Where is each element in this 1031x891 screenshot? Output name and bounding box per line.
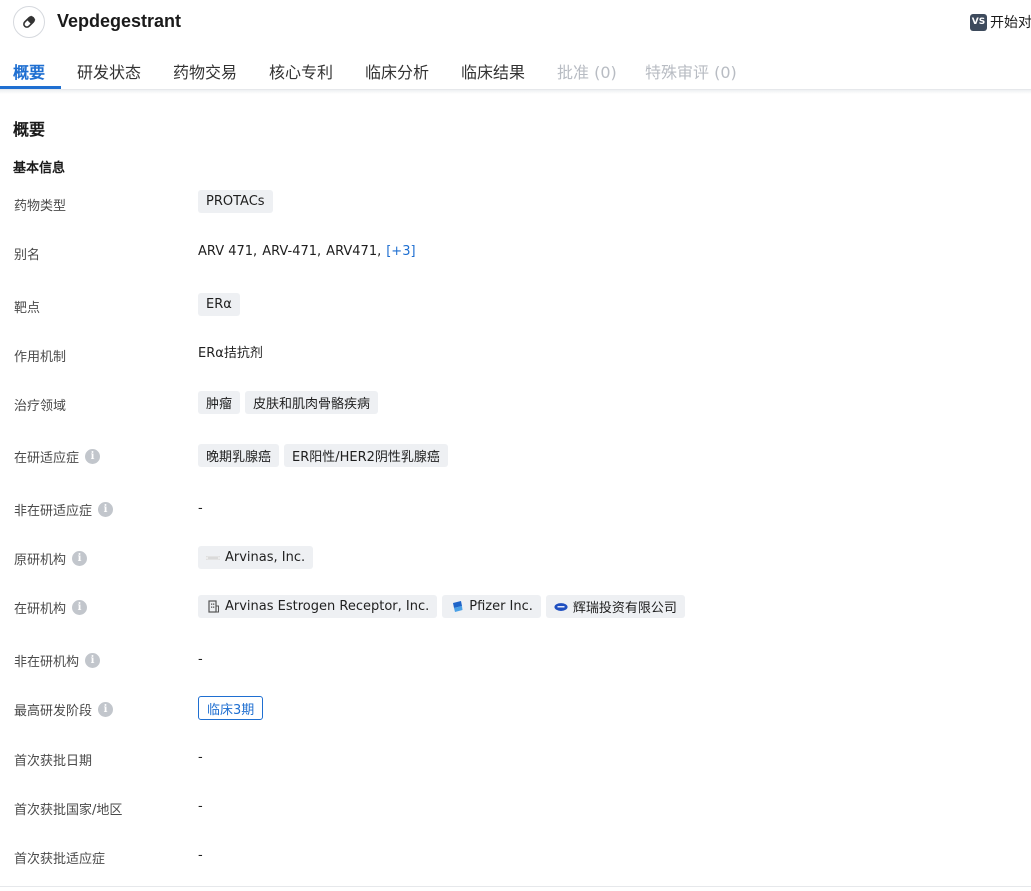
tab-approval: 批准 (0) bbox=[557, 63, 617, 82]
compare-label: 开始对 bbox=[990, 15, 1031, 31]
row-label: 首次获批国家/地区 bbox=[14, 803, 123, 818]
indication-tag[interactable]: ER阳性/HER2阴性乳腺癌 bbox=[284, 444, 448, 467]
row-therapeutic-area: 治疗领域 肿瘤 皮肤和肌肉骨骼疾病 bbox=[0, 388, 1031, 418]
tab-rd-status[interactable]: 研发状态 bbox=[77, 59, 141, 83]
target-tag[interactable]: ERα bbox=[198, 293, 240, 316]
org-tag[interactable]: Arvinas, Inc. bbox=[198, 546, 314, 569]
phase-badge[interactable]: 临床3期 bbox=[198, 696, 264, 720]
tab-special-review: 特殊审评 (0) bbox=[645, 63, 737, 82]
tab-core-patents[interactable]: 核心专利 bbox=[269, 59, 333, 83]
pill-icon bbox=[13, 6, 45, 38]
row-label: 非在研适应症 bbox=[14, 504, 93, 519]
row-first-approval-country: 首次获批国家/地区 - bbox=[0, 792, 1031, 822]
info-icon[interactable]: i bbox=[85, 653, 101, 668]
row-label: 非在研机构 bbox=[14, 655, 80, 670]
org-name: 辉瑞投资有限公司 bbox=[572, 601, 677, 616]
row-originator: 原研机构 i Arvinas, Inc. bbox=[0, 543, 1031, 573]
pfizer-oval-logo-icon bbox=[554, 600, 568, 614]
row-target: 靶点 ERα bbox=[0, 290, 1031, 320]
empty-value: - bbox=[198, 848, 203, 863]
row-label: 药物类型 bbox=[14, 199, 67, 214]
row-label: 靶点 bbox=[14, 301, 41, 316]
aliases-more-link[interactable]: [+3] bbox=[386, 244, 415, 259]
alias-item: ARV 471, bbox=[198, 244, 258, 259]
tab-deals[interactable]: 药物交易 bbox=[173, 59, 237, 83]
info-icon[interactable]: i bbox=[72, 600, 88, 615]
row-highest-phase: 最高研发阶段 i 临床3期 bbox=[0, 694, 1031, 724]
org-tag[interactable]: 辉瑞投资有限公司 bbox=[545, 595, 685, 618]
drug-name: Vepdegestrant bbox=[57, 11, 182, 31]
building-icon bbox=[206, 600, 220, 614]
tab-clinical-analysis[interactable]: 临床分析 bbox=[365, 59, 429, 83]
tab-bar: 概要 研发状态 药物交易 核心专利 临床分析 临床结果 批准 (0) 特殊审评 … bbox=[0, 52, 1031, 90]
row-drug-type: 药物类型 PROTACs bbox=[0, 188, 1031, 218]
row-label: 原研机构 bbox=[14, 553, 67, 568]
compare-button[interactable]: VS 开始对 bbox=[970, 12, 1031, 32]
tabs-shadow bbox=[0, 90, 1031, 94]
org-tag[interactable]: Pfizer Inc. bbox=[442, 595, 541, 618]
indication-tag[interactable]: 晚期乳腺癌 bbox=[198, 444, 280, 467]
basic-info-title: 基本信息 bbox=[13, 161, 66, 176]
org-tag[interactable]: Arvinas Estrogen Receptor, Inc. bbox=[198, 595, 438, 618]
row-mechanism: 作用机制 ERα拮抗剂 bbox=[0, 339, 1031, 369]
section-title: 概要 bbox=[13, 120, 46, 139]
active-tab-indicator bbox=[0, 86, 61, 89]
row-label: 最高研发阶段 bbox=[14, 704, 93, 719]
compare-icon: VS bbox=[970, 13, 987, 31]
mechanism-value: ERα拮抗剂 bbox=[198, 346, 263, 361]
row-active-indication: 在研适应症 i 晚期乳腺癌 ER阳性/HER2阴性乳腺癌 bbox=[0, 441, 1031, 471]
row-label: 在研适应症 bbox=[14, 451, 80, 466]
empty-value: - bbox=[198, 652, 203, 667]
org-name: Pfizer Inc. bbox=[469, 599, 533, 614]
therapeutic-area-tag[interactable]: 皮肤和肌肉骨骼疾病 bbox=[245, 391, 379, 414]
alias-item: ARV-471, bbox=[262, 244, 322, 259]
row-label: 别名 bbox=[14, 248, 41, 263]
info-icon[interactable]: i bbox=[98, 702, 114, 717]
row-first-approval-indication: 首次获批适应症 - bbox=[0, 841, 1031, 871]
drug-type-tag[interactable]: PROTACs bbox=[198, 190, 273, 213]
alias-item: ARV471, bbox=[326, 244, 382, 259]
info-icon[interactable]: i bbox=[85, 449, 101, 464]
drug-header: Vepdegestrant VS 开始对 bbox=[0, 0, 1031, 44]
row-active-org: 在研机构 i Arvinas Estrogen Receptor, Inc. P… bbox=[0, 592, 1031, 622]
row-label: 首次获批日期 bbox=[14, 754, 93, 769]
arvinas-logo-icon bbox=[206, 551, 220, 565]
org-name: Arvinas Estrogen Receptor, Inc. bbox=[225, 599, 430, 614]
row-label: 首次获批适应症 bbox=[14, 852, 106, 867]
tab-overview[interactable]: 概要 bbox=[13, 59, 45, 83]
tab-clinical-results[interactable]: 临床结果 bbox=[461, 59, 525, 83]
row-label: 作用机制 bbox=[14, 350, 67, 365]
info-icon[interactable]: i bbox=[98, 502, 114, 517]
row-label: 治疗领域 bbox=[14, 399, 67, 414]
row-label: 在研机构 bbox=[14, 602, 67, 617]
row-inactive-indication: 非在研适应症 i - bbox=[0, 494, 1031, 524]
info-icon[interactable]: i bbox=[72, 551, 88, 566]
org-name: Arvinas, Inc. bbox=[225, 550, 306, 565]
row-first-approval-date: 首次获批日期 - bbox=[0, 743, 1031, 773]
row-inactive-org: 非在研机构 i - bbox=[0, 645, 1031, 675]
therapeutic-area-tag[interactable]: 肿瘤 bbox=[198, 391, 241, 414]
empty-value: - bbox=[198, 750, 203, 765]
empty-value: - bbox=[198, 799, 203, 814]
row-aliases: 别名 ARV 471, ARV-471, ARV471, [+3] bbox=[0, 237, 1031, 267]
pfizer-logo-icon bbox=[450, 600, 464, 614]
bottom-divider bbox=[0, 886, 1031, 887]
empty-value: - bbox=[198, 501, 203, 516]
